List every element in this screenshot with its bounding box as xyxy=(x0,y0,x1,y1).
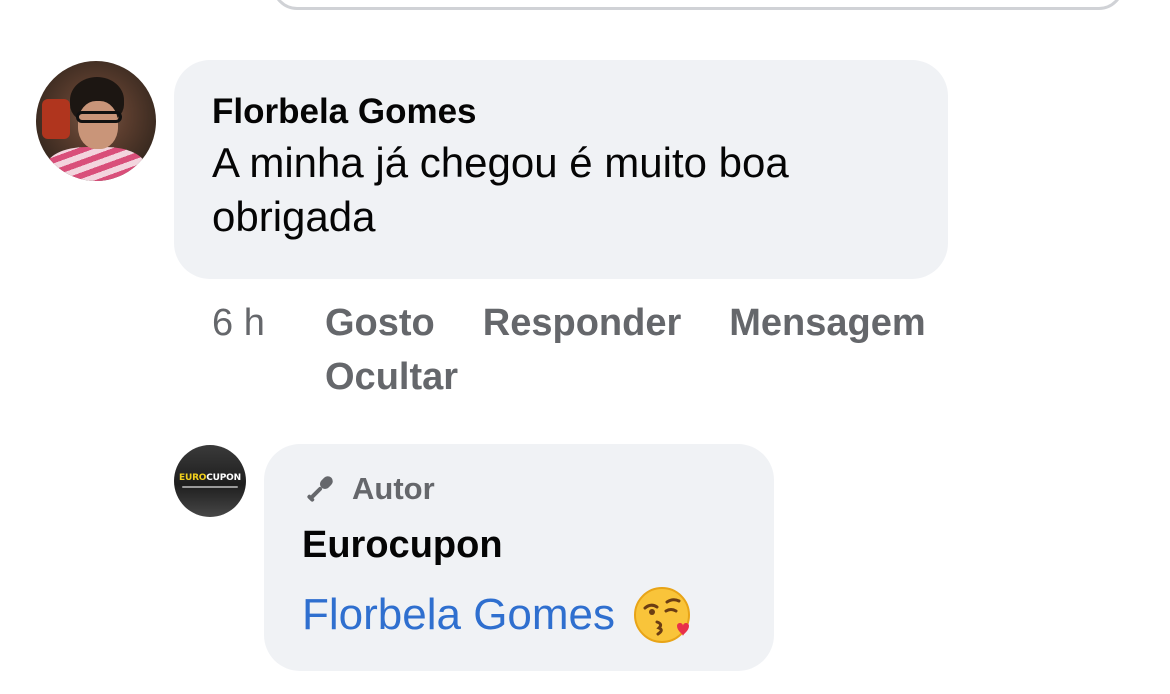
eurocupon-logo-tagline xyxy=(182,486,238,488)
reply-author-name[interactable]: Eurocupon xyxy=(302,520,736,570)
reply-bubble: Autor Eurocupon Florbela Gomes xyxy=(264,444,774,671)
reply-text: Florbela Gomes xyxy=(302,586,736,644)
comment-bubble: Florbela Gomes A minha já chegou é muito… xyxy=(174,60,948,279)
eurocupon-avatar[interactable]: EUROCUPON xyxy=(174,445,246,517)
comment-author-name[interactable]: Florbela Gomes xyxy=(212,90,910,134)
author-badge-label: Autor xyxy=(352,471,435,506)
comment-timestamp[interactable]: 6 h xyxy=(212,296,265,350)
author-badge: Autor xyxy=(302,468,736,510)
comment-text: A minha já chegou é muito boa obrigada xyxy=(212,139,789,240)
kiss-emoji-icon xyxy=(633,586,691,644)
mention-link[interactable]: Florbela Gomes xyxy=(302,586,615,644)
microphone-icon xyxy=(307,476,333,502)
comment-actions: Gosto Responder Mensagem Ocultar xyxy=(325,296,1045,404)
eurocupon-logo: EUROCUPON xyxy=(179,473,241,483)
message-button[interactable]: Mensagem xyxy=(729,296,925,350)
like-button[interactable]: Gosto xyxy=(325,296,435,350)
avatar-face-front xyxy=(78,101,118,149)
avatar-shirt xyxy=(46,147,146,181)
hide-button[interactable]: Ocultar xyxy=(325,350,458,404)
comment-input-box[interactable] xyxy=(272,0,1124,10)
avatar-background xyxy=(42,99,70,139)
avatar-glasses xyxy=(76,111,122,123)
avatar[interactable] xyxy=(36,61,156,181)
reply-button[interactable]: Responder xyxy=(483,296,681,350)
